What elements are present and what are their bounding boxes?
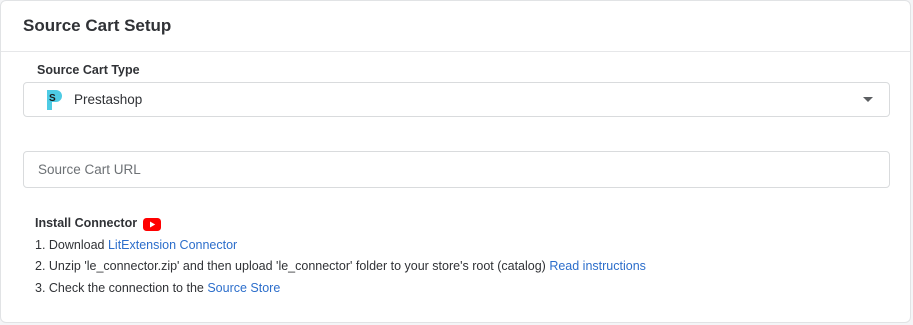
source-cart-type-label: Source Cart Type (37, 63, 140, 77)
install-step-3: 3. Check the connection to the Source St… (35, 278, 646, 300)
youtube-icon[interactable] (143, 217, 162, 232)
card-title: Source Cart Setup (23, 15, 172, 35)
litextension-connector-link[interactable]: LitExtension Connector (108, 238, 237, 252)
install-step-1: 1. Download LitExtension Connector (35, 235, 646, 257)
install-step-2: 2. Unzip 'le_connector.zip' and then upl… (35, 256, 646, 278)
svg-text:S: S (49, 93, 56, 104)
source-cart-setup-card: Source Cart Setup Source Cart Type S Pre… (0, 0, 911, 323)
source-cart-url-input[interactable] (23, 151, 890, 188)
chevron-down-icon[interactable] (863, 97, 873, 102)
step-2-text: 2. Unzip 'le_connector.zip' and then upl… (35, 259, 550, 273)
read-instructions-link[interactable]: Read instructions (549, 259, 646, 273)
install-connector-section: Install Connector 1. Download LitExtensi… (35, 213, 646, 299)
source-store-link[interactable]: Source Store (207, 281, 280, 295)
install-connector-title: Install Connector (35, 216, 138, 230)
card-header: Source Cart Setup (1, 1, 910, 52)
selected-cart-type: Prestashop (74, 92, 143, 107)
prestashop-logo-icon: S (44, 89, 62, 111)
install-connector-heading: Install Connector (35, 213, 646, 235)
step-3-text: 3. Check the connection to the (35, 280, 208, 295)
source-cart-type-select[interactable]: S Prestashop (23, 82, 890, 117)
step-1-text: 1. Download (35, 237, 108, 252)
